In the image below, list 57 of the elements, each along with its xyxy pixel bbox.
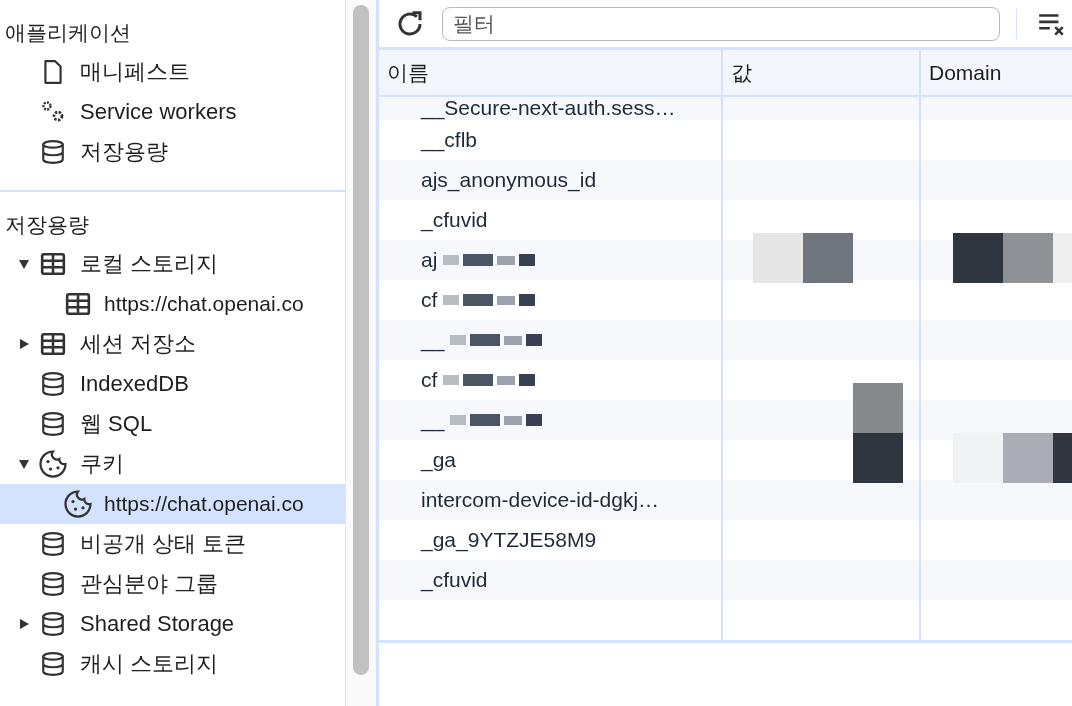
expand-arrow-icon[interactable] [18, 338, 30, 350]
table-cell: ajs_anonymous_id [421, 168, 597, 192]
sidebar-item[interactable]: 매니페스트 [0, 52, 345, 92]
section-title: 애플리케이션 [4, 20, 132, 46]
item-label: Service workers [80, 99, 237, 125]
item-label: 매니페스트 [80, 58, 190, 86]
expand-arrow-icon[interactable] [18, 618, 30, 630]
expand-arrow-icon[interactable] [18, 458, 30, 470]
item-label: 세션 저장소 [80, 330, 197, 358]
column-header[interactable]: Domain [921, 50, 1072, 95]
column-header[interactable]: 값 [723, 50, 921, 95]
table-cell: __Secure-next-auth.sess… [421, 97, 676, 120]
item-label: IndexedDB [80, 371, 189, 397]
cookie-icon [38, 449, 68, 479]
section-title: 저장용량 [4, 212, 90, 238]
sidebar-item[interactable]: 저장용량 [0, 132, 345, 172]
table-cell: aj [421, 248, 438, 272]
item-label: 쿠키 [80, 450, 124, 478]
sidebar-item[interactable]: https://chat.openai.co [0, 484, 345, 524]
item-label: 관심분야 그룹 [80, 570, 219, 598]
filter-field[interactable]: 필터 [442, 6, 1000, 41]
sidebar-item[interactable]: 쿠키 [0, 444, 345, 484]
table-cell: cf [421, 288, 438, 312]
sidebar-item[interactable]: 로컬 스토리지 [0, 244, 345, 284]
table-cell: _cfuvid [421, 208, 488, 232]
expand-arrow-icon[interactable] [18, 258, 30, 270]
cookie-icon [63, 489, 93, 519]
sidebar-item[interactable]: 캐시 스토리지 [0, 644, 345, 684]
table-cell: intercom-device-id-dgkj… [421, 488, 660, 512]
table-icon [38, 251, 68, 277]
sidebar-item[interactable]: 웹 SQL [0, 404, 345, 444]
table-cell: _cfuvid [421, 568, 488, 592]
table-cell: _ga [421, 448, 457, 472]
table-cell: cf [421, 368, 438, 392]
item-label: 캐시 스토리지 [80, 650, 219, 678]
sidebar-item[interactable]: Shared Storage [0, 604, 345, 644]
item-label: 저장용량 [80, 138, 168, 166]
column-header[interactable]: 이름 [379, 50, 723, 95]
item-label: https://chat.openai.co [104, 492, 304, 516]
sidebar-item[interactable]: 세션 저장소 [0, 324, 345, 364]
table-cell: __ [421, 328, 445, 352]
item-label: Shared Storage [80, 611, 235, 637]
item-label: https://chat.openai.co [104, 292, 304, 316]
table-cell: __cflb [421, 128, 478, 152]
sidebar-item[interactable]: Service workers [0, 92, 345, 132]
table-cell: __ [421, 408, 445, 432]
sidebar-item[interactable]: 관심분야 그룹 [0, 564, 345, 604]
sidebar-item[interactable]: https://chat.openai.co [0, 284, 345, 324]
table-cell: _ga_9YTZJE58M9 [421, 528, 597, 552]
item-label: 로컬 스토리지 [80, 250, 219, 278]
scrollbar-thumb[interactable] [353, 5, 369, 675]
sidebar-item[interactable]: IndexedDB [0, 364, 345, 404]
sidebar-item[interactable]: 비공개 상태 토큰 [0, 524, 345, 564]
item-label: 비공개 상태 토큰 [80, 530, 247, 558]
item-label: 웹 SQL [80, 410, 153, 438]
table-icon [38, 331, 68, 357]
table-icon [63, 291, 93, 317]
